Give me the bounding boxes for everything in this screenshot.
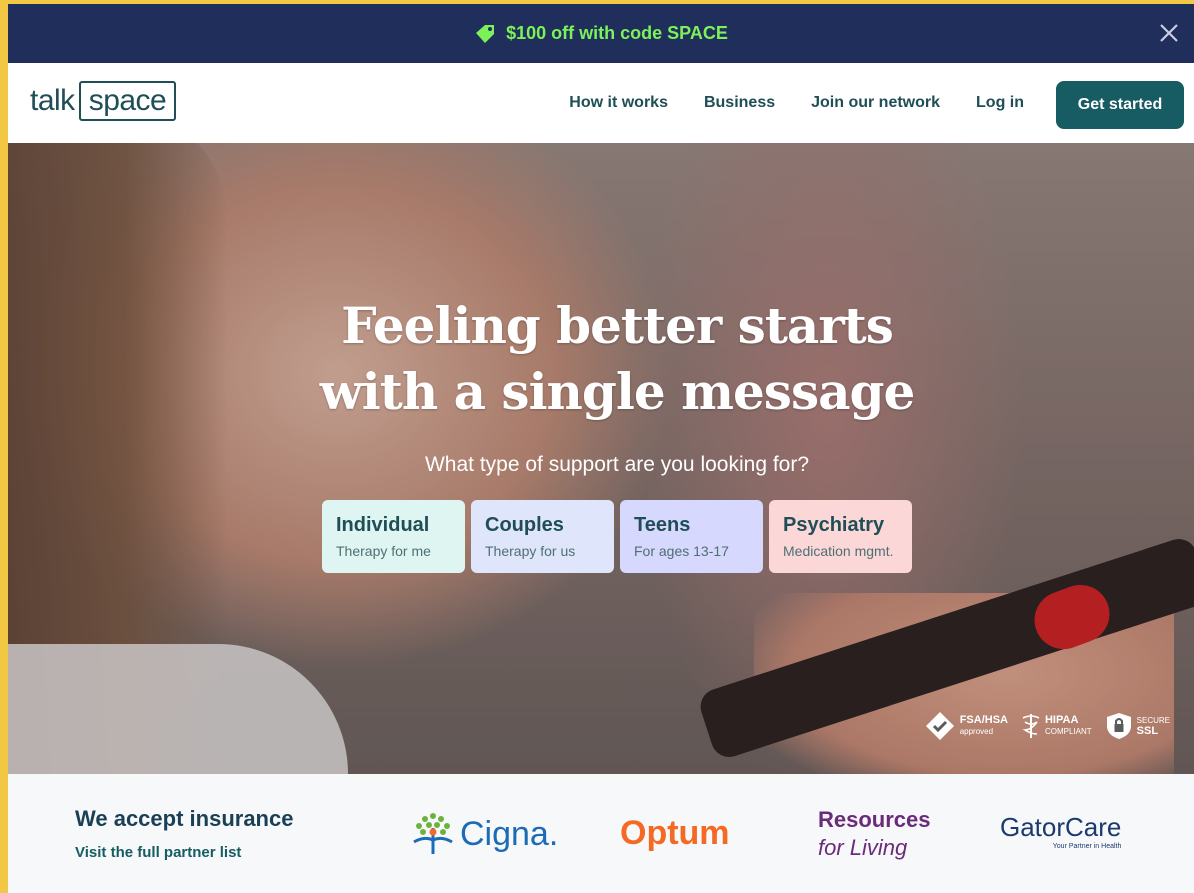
support-type-cards: Individual Therapy for me Couples Therap… <box>322 500 912 573</box>
rfl-line-2: for Living <box>818 835 908 860</box>
cigna-tree-icon <box>413 813 453 854</box>
card-title: Teens <box>634 514 691 536</box>
nav-how-it-works[interactable]: How it works <box>569 94 668 112</box>
resources-for-living-logo: Resources for Living <box>818 806 931 862</box>
hero-subhead: What type of support are you looking for… <box>424 453 810 476</box>
partner-list-link[interactable]: Visit the full partner list <box>75 844 241 861</box>
rfl-line-1: Resources <box>818 807 931 832</box>
ssl-badge: SECURE SSL <box>1106 712 1170 740</box>
insurance-title: We accept insurance <box>75 806 294 831</box>
tag-icon <box>476 24 495 43</box>
headline-line-2: with a single message <box>319 362 916 421</box>
logo-part-space: space <box>78 81 177 121</box>
fsa-label: FSA/HSA <box>959 714 1008 726</box>
insurance-section: We accept insurance Visit the full partn… <box>8 774 1194 893</box>
card-subtitle: For ages 13-17 <box>634 543 729 559</box>
get-started-button[interactable]: Get started <box>1056 81 1184 129</box>
ssl-label: SSL <box>1136 725 1159 737</box>
hipaa-badge: HIPAA COMPLIANT <box>1022 712 1092 740</box>
hero-headline: Feeling better starts with a single mess… <box>8 293 1194 425</box>
promo-banner: $100 off with code SPACE <box>8 4 1194 63</box>
promo-content[interactable]: $100 off with code SPACE <box>474 23 728 44</box>
card-individual[interactable]: Individual Therapy for me <box>322 500 465 573</box>
talkspace-logo[interactable]: talk space <box>30 81 177 121</box>
fsa-hsa-badge: FSA/HSA approved <box>925 711 1008 741</box>
gatorcare-logo: GatorCare Your Partner in Health <box>1000 812 1121 850</box>
headline-line-1: Feeling better starts <box>341 296 894 355</box>
top-nav: talk space How it works Business Join ou… <box>8 63 1194 143</box>
card-psychiatry[interactable]: Psychiatry Medication mgmt. <box>769 500 912 573</box>
nav-business[interactable]: Business <box>704 94 775 112</box>
caduceus-icon <box>1022 714 1040 738</box>
hipaa-label: HIPAA <box>1044 714 1079 726</box>
card-subtitle: Therapy for us <box>485 543 576 559</box>
gatorcare-wordmark: GatorCare <box>1000 812 1122 842</box>
lock-shield-icon <box>1106 713 1131 739</box>
card-couples[interactable]: Couples Therapy for us <box>471 500 614 573</box>
gatorcare-tagline: Your Partner in Health <box>1052 843 1122 850</box>
card-teens[interactable]: Teens For ages 13-17 <box>620 500 763 573</box>
logo-part-talk: talk <box>30 84 75 117</box>
promo-text: $100 off with code SPACE <box>506 23 728 43</box>
optum-wordmark: Optum <box>620 814 730 852</box>
fsa-sublabel: approved <box>959 727 994 736</box>
nav-links: How it works Business Join our network L… <box>569 94 1024 112</box>
close-icon[interactable] <box>1158 22 1180 44</box>
page-frame: $100 off with code SPACE talk space How … <box>8 4 1194 893</box>
optum-logo: Optum <box>620 814 730 853</box>
hipaa-sublabel: COMPLIANT <box>1044 727 1092 736</box>
card-title: Individual <box>336 514 430 536</box>
card-title: Psychiatry <box>783 514 885 536</box>
card-subtitle: Therapy for me <box>336 543 431 559</box>
hero-section: Feeling better starts with a single mess… <box>8 143 1194 774</box>
nav-log-in[interactable]: Log in <box>976 94 1024 112</box>
cigna-logo: Cigna. <box>410 810 558 858</box>
card-title: Couples <box>485 514 564 536</box>
checkmark-shield-icon <box>925 712 954 740</box>
trust-badges: FSA/HSA approved HIPAA COMPLIANT SECURE … <box>925 711 1170 741</box>
cigna-wordmark: Cigna. <box>460 814 559 853</box>
card-subtitle: Medication mgmt. <box>783 543 894 559</box>
nav-join-network[interactable]: Join our network <box>811 94 940 112</box>
